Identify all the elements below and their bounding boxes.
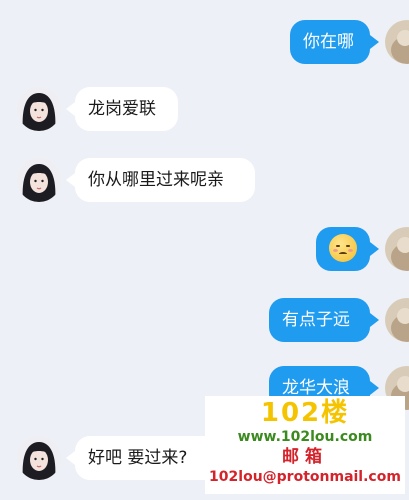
watermark: 102楼 www.102lou.com 邮箱 102lou@protonmail…: [205, 396, 405, 494]
bubble-tail: [66, 102, 75, 116]
bubble-tail: [66, 451, 75, 465]
watermark-mail-label: 邮箱: [282, 447, 328, 467]
message-bubble-outgoing[interactable]: 有点子远: [269, 298, 370, 342]
bubble-tail: [370, 242, 379, 256]
message-bubble-incoming[interactable]: 你从哪里过来呢亲: [75, 158, 255, 202]
message-bubble-incoming[interactable]: 龙岗爱联: [75, 87, 178, 131]
message-bubble-outgoing[interactable]: [316, 227, 370, 271]
self-avatar[interactable]: [385, 227, 409, 271]
bubble-tail: [66, 173, 75, 187]
bubble-tail: [370, 313, 379, 327]
chat-view[interactable]: 你在哪 龙岗爱联 你从哪里过来呢亲 有点子远 龙华大浪 好吧 要过来? 102楼…: [0, 0, 409, 500]
bubble-tail: [370, 381, 379, 395]
bubble-tail: [370, 35, 379, 49]
watermark-brand: 102楼: [260, 398, 350, 428]
self-avatar[interactable]: [385, 298, 409, 342]
watermark-site: www.102lou.com: [237, 429, 373, 445]
contact-avatar[interactable]: [17, 436, 61, 480]
contact-avatar[interactable]: [17, 158, 61, 202]
self-avatar[interactable]: [385, 20, 409, 64]
message-bubble-outgoing[interactable]: 你在哪: [290, 20, 370, 64]
contact-avatar[interactable]: [17, 87, 61, 131]
watermark-email: 102lou@protonmail.com: [209, 469, 401, 485]
smiling-face-emoji: [329, 233, 357, 262]
message-bubble-incoming[interactable]: 好吧 要过来?: [75, 436, 225, 480]
